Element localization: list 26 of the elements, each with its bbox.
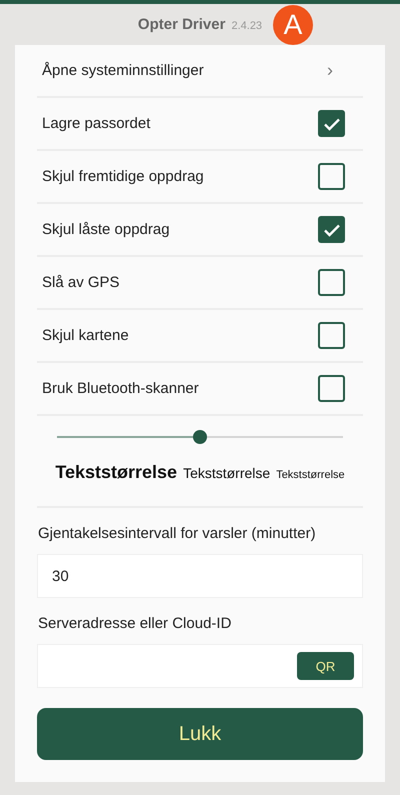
app-title: Opter Driver [138,16,226,33]
option-label: Slå av GPS [42,274,120,291]
option-label: Skjul fremtidige oppdrag [42,168,204,185]
field-label: Serveradresse eller Cloud-ID [38,615,232,632]
text-size-sample: Tekststørrelse [276,469,345,481]
option-label: Skjul låste oppdrag [42,221,170,238]
option-label: Skjul kartene [42,327,129,344]
close-button[interactable]: Lukk [37,708,363,760]
checkbox[interactable] [318,269,345,296]
field-label: Gjentakelsesintervall for varsler (minutter) [38,525,317,542]
avatar-badge: A [273,5,313,45]
system-settings-link[interactable]: Åpne systeminnstillinger › [37,45,363,98]
checkbox[interactable] [318,216,345,243]
input-field[interactable]: 30 [37,554,363,598]
input-field[interactable]: QR [37,644,363,688]
checkbox[interactable] [318,322,345,349]
qr-button[interactable]: QR [297,652,354,680]
option-label: Bruk Bluetooth-skanner [42,380,199,397]
checkbox[interactable] [318,163,345,190]
option-label: Lagre passordet [42,115,150,132]
text-size-sample: Tekststørrelse [55,462,178,483]
checkbox[interactable] [318,110,345,137]
slider-thumb[interactable] [193,430,207,444]
checkbox[interactable] [318,375,345,402]
app-version: 2.4.23 [231,20,262,32]
text-size-sample: Tekststørrelse [183,465,270,481]
